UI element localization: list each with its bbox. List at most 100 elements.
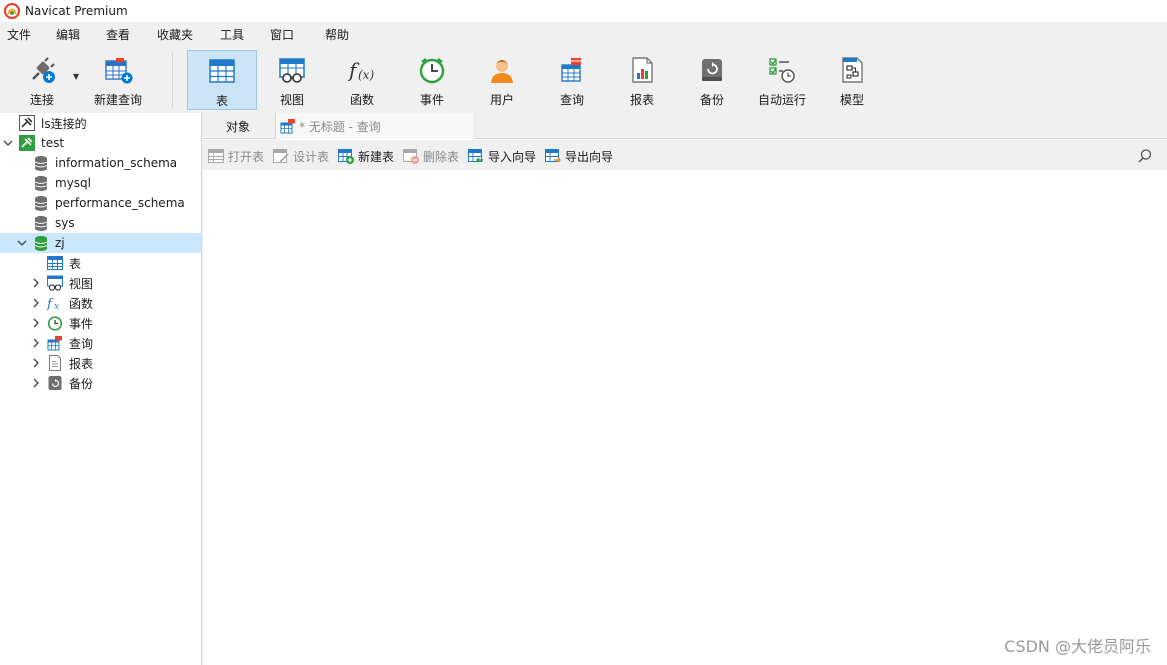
menu-favorites[interactable]: 收藏夹: [157, 22, 193, 48]
table-button[interactable]: 表: [187, 50, 257, 110]
chevron-right-icon[interactable]: [30, 297, 42, 309]
report-label: 报表: [629, 93, 654, 107]
backup-icon: [697, 55, 727, 85]
database-icon: [33, 155, 49, 171]
title-bar: Navicat Premium: [0, 0, 1167, 22]
chevron-right-icon[interactable]: [30, 277, 42, 289]
export-wizard-button[interactable]: 导出向导: [545, 147, 613, 165]
query-icon: [47, 335, 63, 351]
chevron-right-icon[interactable]: [30, 317, 42, 329]
main-panel: 对象 * 无标题 - 查询 打开表 设计表 新建表 删除表 导入向导 导出向导 …: [203, 113, 1167, 665]
export-icon: [545, 148, 561, 164]
tree-node-queries[interactable]: 查询: [0, 333, 201, 353]
query-tab-icon: [280, 118, 296, 134]
tree-node-views[interactable]: 视图: [0, 273, 201, 293]
backup-label: 备份: [699, 93, 724, 107]
model-icon: [837, 55, 867, 85]
chevron-right-icon[interactable]: [30, 337, 42, 349]
table-label: 表: [215, 94, 228, 108]
tree-db-mysql[interactable]: mysql: [0, 173, 201, 193]
design-table-icon: [273, 148, 289, 164]
database-icon: [33, 195, 49, 211]
chevron-right-icon[interactable]: [30, 357, 42, 369]
new-query-icon: [103, 55, 133, 85]
open-table-button[interactable]: 打开表: [208, 147, 264, 165]
tree-db-label: sys: [55, 216, 75, 230]
report-button[interactable]: 报表: [607, 50, 677, 110]
tree-node-functions[interactable]: f x 函数: [0, 293, 201, 313]
tree-connection-ls[interactable]: ls连接的: [0, 113, 201, 133]
menu-view[interactable]: 查看: [106, 22, 130, 48]
report-icon: [627, 55, 657, 85]
import-wizard-button[interactable]: 导入向导: [468, 147, 536, 165]
new-query-button[interactable]: 新建查询: [88, 50, 148, 110]
view-button[interactable]: 视图: [257, 50, 327, 110]
query-label: 查询: [559, 93, 584, 107]
query-button[interactable]: 查询: [537, 50, 607, 110]
tree-node-backups[interactable]: 备份: [0, 373, 201, 393]
tree-db-zj[interactable]: zj: [0, 233, 201, 253]
tree-node-reports[interactable]: 报表: [0, 353, 201, 373]
view-label: 视图: [279, 93, 304, 107]
user-button[interactable]: 用户: [467, 50, 537, 110]
delete-table-button[interactable]: 删除表: [403, 147, 459, 165]
objects-content-area[interactable]: [203, 170, 1167, 665]
tree-db-performance-schema[interactable]: performance_schema: [0, 193, 201, 213]
tree-db-information-schema[interactable]: information_schema: [0, 153, 201, 173]
tree-node-label: 备份: [69, 376, 94, 391]
tree-node-tables[interactable]: 表: [0, 253, 201, 273]
tree-db-sys[interactable]: sys: [0, 213, 201, 233]
connect-dropdown-icon[interactable]: ▼: [73, 72, 79, 81]
design-table-button[interactable]: 设计表: [273, 147, 329, 165]
tree-db-label: performance_schema: [55, 196, 185, 210]
tab-objects[interactable]: 对象: [203, 113, 273, 139]
connect-label: 连接: [29, 93, 54, 107]
new-table-button[interactable]: 新建表: [338, 147, 394, 165]
menu-tools[interactable]: 工具: [220, 22, 244, 48]
event-button[interactable]: 事件: [397, 50, 467, 110]
clock-icon: [47, 315, 63, 331]
chevron-down-icon[interactable]: [2, 137, 14, 149]
connection-active-icon: [19, 135, 35, 151]
tree-db-label: zj: [55, 236, 65, 250]
function-icon: f x: [47, 295, 63, 311]
view-icon: [277, 55, 307, 85]
table-icon: [207, 56, 237, 86]
database-icon: [33, 175, 49, 191]
function-button[interactable]: f (x) 函数: [327, 50, 397, 110]
connect-button[interactable]: 连接: [14, 50, 70, 110]
backup-button[interactable]: 备份: [677, 50, 747, 110]
menu-help[interactable]: 帮助: [325, 22, 349, 48]
navicat-logo-icon: [3, 2, 21, 20]
open-table-label: 打开表: [228, 149, 265, 164]
function-icon: f (x): [347, 55, 377, 85]
toolbar-separator: [172, 52, 173, 108]
model-button[interactable]: 模型: [817, 50, 887, 110]
tree-connection-test[interactable]: test: [0, 133, 201, 153]
view-icon: [47, 275, 63, 291]
open-table-icon: [208, 148, 224, 164]
menu-edit[interactable]: 编辑: [56, 22, 80, 48]
query-icon: [557, 55, 587, 85]
chevron-down-icon[interactable]: [16, 237, 28, 249]
automation-button[interactable]: 自动运行: [747, 50, 817, 110]
window-title: Navicat Premium: [25, 4, 128, 18]
chevron-right-icon[interactable]: [30, 377, 42, 389]
user-label: 用户: [489, 93, 514, 107]
export-wizard-label: 导出向导: [565, 149, 614, 164]
backup-icon: [47, 375, 63, 391]
tree-node-events[interactable]: 事件: [0, 313, 201, 333]
menu-file[interactable]: 文件: [7, 22, 31, 48]
tab-untitled-query[interactable]: * 无标题 - 查询: [275, 113, 475, 139]
search-icon[interactable]: [1137, 148, 1153, 164]
tree-db-label: mysql: [55, 176, 91, 190]
delete-table-icon: [403, 148, 419, 164]
tab-query-label: * 无标题 - 查询: [299, 119, 381, 134]
svg-text:x: x: [54, 302, 59, 311]
tab-objects-label: 对象: [225, 119, 250, 134]
design-table-label: 设计表: [293, 149, 330, 164]
tab-bar: 对象 * 无标题 - 查询: [203, 113, 1167, 139]
connection-icon: [19, 115, 35, 131]
menu-window[interactable]: 窗口: [270, 22, 294, 48]
tree-node-label: 事件: [69, 316, 94, 331]
